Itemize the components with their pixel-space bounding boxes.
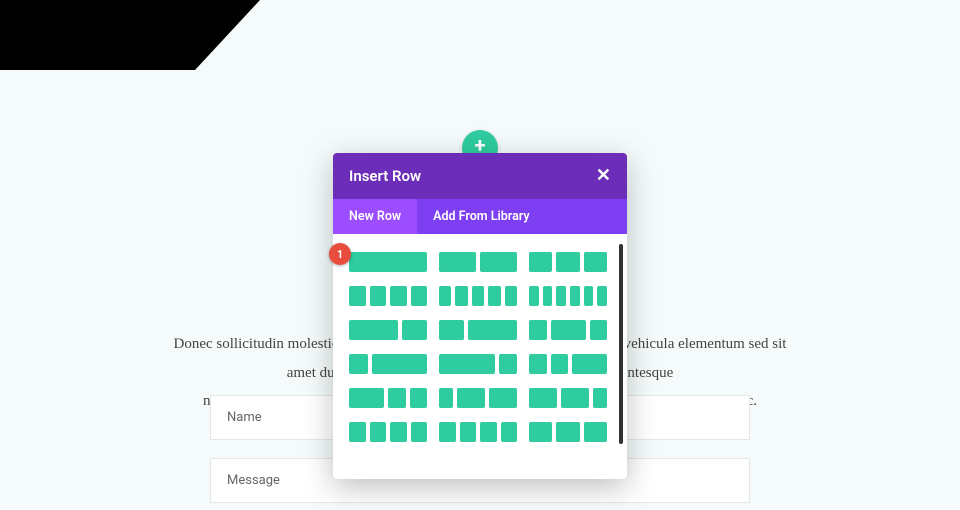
annotation-badge-1: 1 — [329, 243, 351, 265]
layout-option[interactable] — [439, 320, 517, 340]
close-icon[interactable]: ✕ — [596, 167, 611, 185]
layout-option[interactable] — [439, 286, 517, 306]
layout-column-block — [370, 286, 387, 306]
layout-option[interactable] — [529, 252, 607, 272]
layout-row — [349, 286, 611, 306]
layout-column-block — [529, 388, 557, 408]
modal-tabs: New Row Add From Library — [333, 199, 627, 234]
modal-title: Insert Row — [349, 167, 421, 185]
layout-column-block — [472, 286, 484, 306]
layout-column-block — [480, 422, 497, 442]
layout-column-block — [349, 422, 366, 442]
layout-row — [349, 320, 611, 340]
layout-column-block — [561, 388, 589, 408]
layout-column-block — [529, 320, 547, 340]
layout-column-block — [349, 354, 368, 374]
layout-column-block — [529, 286, 539, 306]
layout-column-block — [411, 422, 428, 442]
layout-grid — [333, 234, 627, 479]
layout-column-block — [551, 354, 569, 374]
layout-option[interactable] — [349, 354, 427, 374]
layout-option[interactable] — [349, 252, 427, 272]
layout-column-block — [455, 286, 467, 306]
layout-row — [349, 422, 611, 442]
layout-option[interactable] — [349, 286, 427, 306]
layout-option[interactable] — [529, 422, 607, 442]
page-background: + Donec sollicitudin molestie malesuada.… — [0, 0, 960, 510]
layout-column-block — [584, 252, 607, 272]
layout-column-block — [529, 354, 547, 374]
layout-column-block — [457, 388, 485, 408]
layout-column-block — [349, 388, 384, 408]
layout-column-block — [597, 286, 607, 306]
tab-add-from-library[interactable]: Add From Library — [417, 199, 545, 234]
layout-option[interactable] — [349, 422, 427, 442]
layout-column-block — [439, 422, 456, 442]
layout-column-block — [439, 286, 451, 306]
layout-column-block — [468, 320, 517, 340]
layout-column-block — [349, 252, 427, 272]
layout-column-block — [411, 286, 428, 306]
layout-column-block — [439, 320, 464, 340]
layout-option[interactable] — [529, 354, 607, 374]
layout-column-block — [593, 388, 607, 408]
layout-option[interactable] — [439, 252, 517, 272]
insert-row-modal: Insert Row ✕ New Row Add From Library — [333, 153, 627, 479]
layout-option[interactable] — [439, 422, 517, 442]
layout-row — [349, 354, 611, 374]
layout-column-block — [499, 354, 518, 374]
layout-option[interactable] — [529, 320, 607, 340]
layout-column-block — [370, 422, 387, 442]
layout-row — [349, 388, 611, 408]
layout-column-block — [543, 286, 553, 306]
layout-column-block — [529, 252, 552, 272]
layout-column-block — [372, 354, 428, 374]
layout-column-block — [584, 422, 607, 442]
layout-column-block — [349, 286, 366, 306]
layout-column-block — [390, 286, 407, 306]
layout-column-block — [402, 320, 427, 340]
layout-option[interactable] — [529, 286, 607, 306]
layout-column-block — [480, 252, 517, 272]
layout-column-block — [556, 422, 579, 442]
layout-column-block — [572, 354, 607, 374]
layout-option[interactable] — [439, 388, 517, 408]
layout-column-block — [570, 286, 580, 306]
layout-column-block — [388, 388, 406, 408]
modal-header: Insert Row ✕ — [333, 153, 627, 199]
layout-column-block — [349, 320, 398, 340]
layout-column-block — [489, 388, 517, 408]
scrollbar[interactable] — [619, 244, 623, 444]
layout-option[interactable] — [439, 354, 517, 374]
layout-column-block — [584, 286, 594, 306]
plus-icon: + — [475, 135, 486, 155]
layout-column-block — [439, 388, 453, 408]
layout-option[interactable] — [349, 388, 427, 408]
layout-column-block — [390, 422, 407, 442]
layout-column-block — [439, 252, 476, 272]
layout-column-block — [551, 320, 586, 340]
layout-column-block — [556, 252, 579, 272]
layout-column-block — [439, 354, 495, 374]
layout-column-block — [505, 286, 517, 306]
layout-option[interactable] — [529, 388, 607, 408]
layout-column-block — [529, 422, 552, 442]
layout-option[interactable] — [349, 320, 427, 340]
layout-column-block — [488, 286, 500, 306]
tab-new-row[interactable]: New Row — [333, 199, 417, 234]
layout-column-block — [501, 422, 518, 442]
layout-column-block — [410, 388, 428, 408]
layout-column-block — [460, 422, 477, 442]
layout-column-block — [556, 286, 566, 306]
layout-column-block — [590, 320, 608, 340]
layout-row — [349, 252, 611, 272]
